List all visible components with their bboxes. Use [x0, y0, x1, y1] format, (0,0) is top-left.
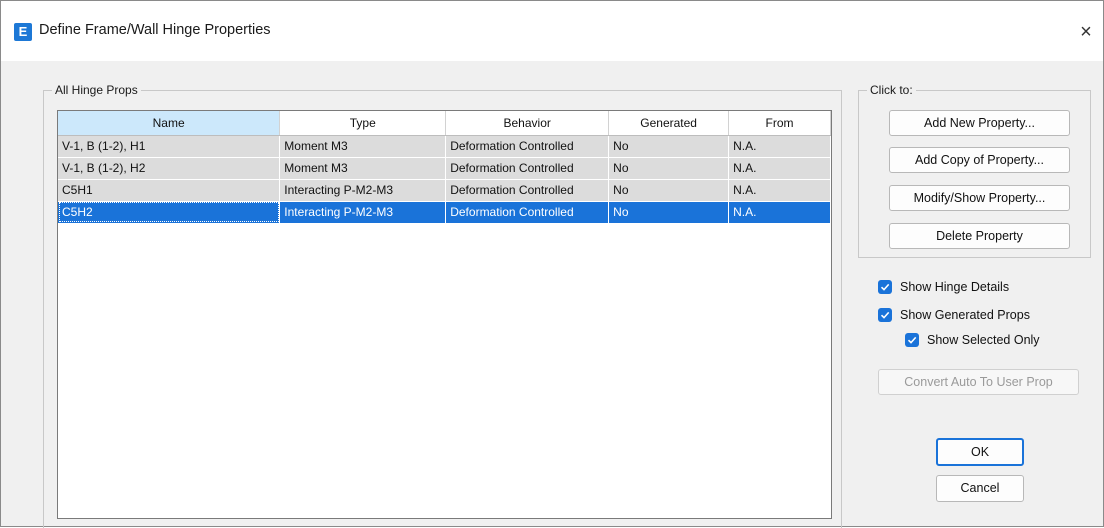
hinge-props-table[interactable]: Name Type Behavior Generated From V-1, B…	[57, 110, 832, 519]
column-header-generated[interactable]: Generated	[608, 111, 730, 136]
delete-property-button[interactable]: Delete Property	[889, 223, 1070, 249]
cell-name: C5H2	[58, 201, 281, 224]
cell-type: Moment M3	[279, 157, 447, 180]
table-row[interactable]: C5H1 Interacting P-M2-M3 Deformation Con…	[58, 179, 831, 202]
cell-from: N.A.	[728, 157, 831, 180]
cell-behavior: Deformation Controlled	[445, 201, 610, 224]
show-selected-only-checkbox[interactable]: Show Selected Only	[905, 333, 1040, 347]
table-row[interactable]: V-1, B (1-2), H2 Moment M3 Deformation C…	[58, 157, 831, 180]
cell-from: N.A.	[728, 201, 831, 224]
dialog-window: E Define Frame/Wall Hinge Properties × A…	[0, 0, 1104, 528]
all-hinge-props-label: All Hinge Props	[52, 83, 141, 97]
column-header-behavior[interactable]: Behavior	[445, 111, 610, 136]
hinge-table: Name Type Behavior Generated From V-1, B…	[58, 111, 831, 224]
cell-generated: No	[608, 157, 730, 180]
cell-name: C5H1	[58, 179, 281, 202]
cell-behavior: Deformation Controlled	[445, 157, 610, 180]
title-bar: E Define Frame/Wall Hinge Properties ×	[1, 1, 1103, 61]
cell-generated: No	[608, 135, 730, 158]
cell-type: Interacting P-M2-M3	[279, 201, 447, 224]
show-hinge-details-label: Show Hinge Details	[900, 280, 1010, 294]
checkbox-checked-icon	[878, 280, 892, 294]
cell-name: V-1, B (1-2), H1	[58, 135, 281, 158]
table-header-row: Name Type Behavior Generated From	[58, 111, 831, 136]
cell-name: V-1, B (1-2), H2	[58, 157, 281, 180]
cancel-button[interactable]: Cancel	[936, 475, 1024, 502]
cell-from: N.A.	[728, 179, 831, 202]
table-row-selected[interactable]: C5H2 Interacting P-M2-M3 Deformation Con…	[58, 201, 831, 224]
cell-type: Moment M3	[279, 135, 447, 158]
cell-generated: No	[608, 201, 730, 224]
cell-type: Interacting P-M2-M3	[279, 179, 447, 202]
cell-from: N.A.	[728, 135, 831, 158]
cell-behavior: Deformation Controlled	[445, 179, 610, 202]
show-selected-only-label: Show Selected Only	[927, 333, 1040, 347]
add-copy-property-button[interactable]: Add Copy of Property...	[889, 147, 1070, 173]
column-header-type[interactable]: Type	[279, 111, 447, 136]
table-row[interactable]: V-1, B (1-2), H1 Moment M3 Deformation C…	[58, 135, 831, 158]
close-button[interactable]: ×	[1069, 17, 1103, 47]
show-hinge-details-checkbox[interactable]: Show Hinge Details	[878, 280, 1009, 294]
window-title: Define Frame/Wall Hinge Properties	[39, 22, 271, 38]
show-generated-props-checkbox[interactable]: Show Generated Props	[878, 308, 1030, 322]
checkbox-checked-icon	[878, 308, 892, 322]
cell-generated: No	[608, 179, 730, 202]
convert-auto-to-user-prop-button[interactable]: Convert Auto To User Prop	[878, 369, 1079, 395]
show-generated-props-label: Show Generated Props	[900, 308, 1030, 322]
click-to-label: Click to:	[867, 83, 916, 97]
column-header-name[interactable]: Name	[58, 111, 281, 136]
add-new-property-button[interactable]: Add New Property...	[889, 110, 1070, 136]
app-icon: E	[14, 23, 32, 41]
modify-show-property-button[interactable]: Modify/Show Property...	[889, 185, 1070, 211]
ok-button[interactable]: OK	[936, 438, 1024, 466]
column-header-from[interactable]: From	[728, 111, 831, 136]
checkbox-checked-icon	[905, 333, 919, 347]
cell-behavior: Deformation Controlled	[445, 135, 610, 158]
